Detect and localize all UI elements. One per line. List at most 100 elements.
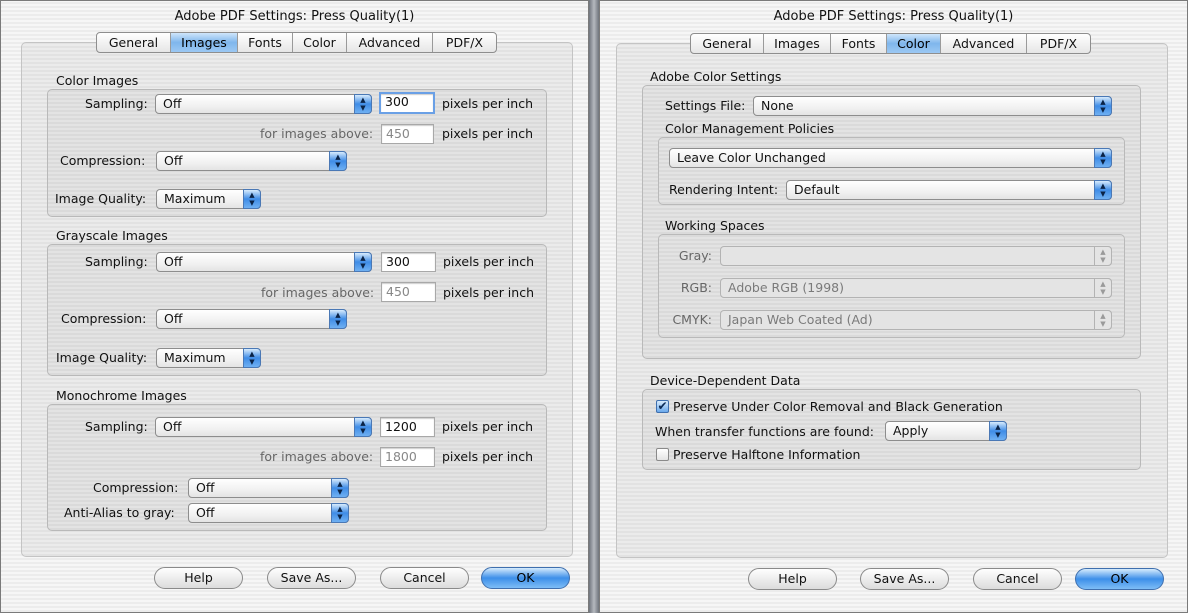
tab-color[interactable]: Color bbox=[887, 34, 941, 53]
popup-arrows-icon: ▲ ▼ bbox=[329, 151, 347, 171]
transfer-functions-popup[interactable]: Apply ▲ ▼ bbox=[885, 421, 1007, 441]
color-quality-label: Image Quality: bbox=[55, 191, 147, 206]
color-policy-value: Leave Color Unchanged bbox=[677, 150, 826, 165]
cmyk-space-label: CMYK: bbox=[672, 312, 712, 327]
monochrome-images-heading: Monochrome Images bbox=[56, 388, 187, 403]
color-compression-label: Compression: bbox=[60, 153, 146, 168]
popup-arrows-icon: ▲ ▼ bbox=[1094, 278, 1112, 298]
popup-arrows-icon: ▲ ▼ bbox=[243, 189, 261, 209]
color-policy-popup[interactable]: Leave Color Unchanged ▲ ▼ bbox=[669, 148, 1112, 168]
color-quality-popup[interactable]: Maximum ▲ ▼ bbox=[156, 189, 261, 209]
rendering-intent-popup[interactable]: Default ▲ ▼ bbox=[786, 180, 1112, 200]
color-above-field[interactable]: 450 bbox=[381, 124, 434, 144]
gray-unit-label: pixels per inch bbox=[443, 254, 534, 269]
window-title[interactable]: Adobe PDF Settings: Press Quality(1) bbox=[1, 1, 588, 33]
gray-quality-popup[interactable]: Maximum ▲ ▼ bbox=[156, 348, 261, 368]
mono-compression-popup[interactable]: Off ▲ ▼ bbox=[188, 478, 349, 498]
working-spaces-heading: Working Spaces bbox=[665, 218, 765, 233]
window-gap bbox=[589, 0, 599, 613]
popup-arrows-icon: ▲ ▼ bbox=[354, 94, 372, 114]
ok-button[interactable]: OK bbox=[1075, 568, 1164, 590]
color-sampling-label: Sampling: bbox=[85, 96, 148, 111]
save-as-button[interactable]: Save As... bbox=[267, 567, 356, 589]
color-above-label: for images above: bbox=[260, 126, 374, 141]
rendering-intent-value: Default bbox=[794, 182, 840, 197]
tab-images[interactable]: Images bbox=[764, 34, 831, 53]
gray-sampling-label: Sampling: bbox=[85, 254, 148, 269]
tab-bar: General Images Fonts Color Advanced PDF/… bbox=[690, 33, 1091, 54]
color-above-unit-label: pixels per inch bbox=[442, 126, 533, 141]
mono-above-field[interactable]: 1800 bbox=[380, 447, 435, 467]
tab-bar: General Images Fonts Color Advanced PDF/… bbox=[96, 32, 497, 53]
tab-fonts[interactable]: Fonts bbox=[831, 34, 887, 53]
gray-resolution-field[interactable]: 300 bbox=[381, 252, 436, 272]
preserve-ucr-label: Preserve Under Color Removal and Black G… bbox=[673, 399, 1003, 414]
transfer-functions-value: Apply bbox=[893, 423, 929, 438]
tab-advanced[interactable]: Advanced bbox=[941, 34, 1027, 53]
gray-quality-label: Image Quality: bbox=[56, 350, 148, 365]
gray-above-field[interactable]: 450 bbox=[381, 282, 436, 302]
window-title[interactable]: Adobe PDF Settings: Press Quality(1) bbox=[600, 1, 1187, 33]
cmyk-space-popup[interactable]: Japan Web Coated (Ad) ▲ ▼ bbox=[720, 310, 1112, 330]
preserve-ucr-checkbox[interactable]: ✔ bbox=[656, 400, 669, 413]
save-as-button[interactable]: Save As... bbox=[860, 568, 949, 590]
gray-space-popup[interactable]: ▲ ▼ bbox=[720, 246, 1112, 266]
mono-sampling-popup[interactable]: Off ▲ ▼ bbox=[155, 417, 372, 437]
transfer-functions-label: When transfer functions are found: bbox=[655, 424, 874, 439]
tab-general[interactable]: General bbox=[97, 33, 171, 52]
mono-compression-label: Compression: bbox=[93, 480, 179, 495]
settings-file-value: None bbox=[761, 98, 794, 113]
tab-advanced[interactable]: Advanced bbox=[347, 33, 433, 52]
tab-fonts[interactable]: Fonts bbox=[238, 33, 293, 52]
popup-arrows-icon: ▲ ▼ bbox=[354, 417, 372, 437]
preserve-halftone-checkbox[interactable] bbox=[656, 448, 669, 461]
color-resolution-field[interactable]: 300 bbox=[379, 92, 435, 114]
gray-compression-popup[interactable]: Off ▲ ▼ bbox=[156, 309, 347, 329]
color-unit-label: pixels per inch bbox=[442, 96, 533, 111]
popup-arrows-icon: ▲ ▼ bbox=[1094, 246, 1112, 266]
gray-quality-value: Maximum bbox=[164, 350, 226, 365]
mono-unit-label: pixels per inch bbox=[442, 419, 533, 434]
popup-arrows-icon: ▲ ▼ bbox=[329, 309, 347, 329]
help-button[interactable]: Help bbox=[154, 567, 243, 589]
mono-resolution-field[interactable]: 1200 bbox=[380, 417, 435, 437]
tab-pdfx[interactable]: PDF/X bbox=[1027, 34, 1090, 53]
gray-space-label: Gray: bbox=[678, 248, 712, 263]
device-dependent-heading: Device-Dependent Data bbox=[650, 373, 801, 388]
policies-heading: Color Management Policies bbox=[665, 121, 835, 136]
tab-pdfx[interactable]: PDF/X bbox=[433, 33, 496, 52]
mono-antialias-value: Off bbox=[196, 505, 215, 520]
rgb-space-popup[interactable]: Adobe RGB (1998) ▲ ▼ bbox=[720, 278, 1112, 298]
mono-above-label: for images above: bbox=[260, 449, 374, 464]
gray-sampling-popup[interactable]: Off ▲ ▼ bbox=[156, 252, 372, 272]
mono-antialias-popup[interactable]: Off ▲ ▼ bbox=[188, 503, 349, 523]
gray-sampling-value: Off bbox=[164, 254, 183, 269]
color-quality-value: Maximum bbox=[164, 191, 226, 206]
color-compression-popup[interactable]: Off ▲ ▼ bbox=[156, 151, 347, 171]
color-sampling-popup[interactable]: Off ▲ ▼ bbox=[155, 94, 372, 114]
gray-above-unit-label: pixels per inch bbox=[443, 285, 534, 300]
tab-color[interactable]: Color bbox=[293, 33, 347, 52]
cancel-button[interactable]: Cancel bbox=[973, 568, 1062, 590]
adobe-color-settings-heading: Adobe Color Settings bbox=[650, 69, 782, 84]
preserve-halftone-label: Preserve Halftone Information bbox=[673, 447, 861, 462]
popup-arrows-icon: ▲ ▼ bbox=[989, 421, 1007, 441]
popup-arrows-icon: ▲ ▼ bbox=[331, 478, 349, 498]
tab-general[interactable]: General bbox=[691, 34, 764, 53]
gray-compression-label: Compression: bbox=[61, 311, 147, 326]
mono-sampling-label: Sampling: bbox=[85, 419, 148, 434]
help-button[interactable]: Help bbox=[748, 568, 837, 590]
popup-arrows-icon: ▲ ▼ bbox=[1094, 96, 1112, 116]
rgb-space-label: RGB: bbox=[680, 280, 712, 295]
rgb-space-value: Adobe RGB (1998) bbox=[728, 280, 844, 295]
settings-file-label: Settings File: bbox=[665, 98, 746, 113]
cancel-button[interactable]: Cancel bbox=[380, 567, 469, 589]
cmyk-space-value: Japan Web Coated (Ad) bbox=[728, 312, 873, 327]
rendering-intent-label: Rendering Intent: bbox=[669, 182, 779, 197]
settings-file-popup[interactable]: None ▲ ▼ bbox=[753, 96, 1112, 116]
ok-button[interactable]: OK bbox=[481, 567, 570, 589]
mono-compression-value: Off bbox=[196, 480, 215, 495]
pdf-settings-window-images: Adobe PDF Settings: Press Quality(1) Gen… bbox=[0, 0, 589, 613]
grayscale-images-heading: Grayscale Images bbox=[56, 228, 168, 243]
tab-images[interactable]: Images bbox=[171, 33, 238, 52]
